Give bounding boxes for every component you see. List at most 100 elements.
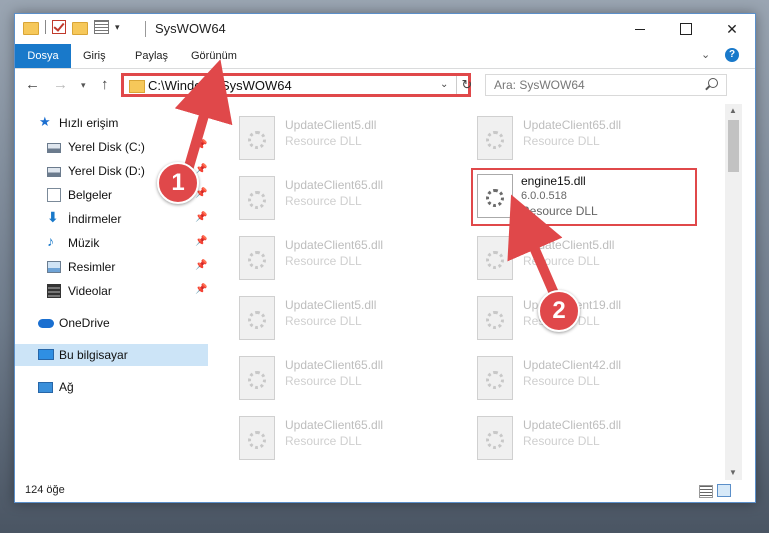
highlighted-file-engine15[interactable]: engine15.dll 6.0.0.518 Resource DLL: [471, 168, 697, 226]
sidebar-item-local-disk-c[interactable]: Yerel Disk (C:) 📌: [15, 136, 208, 158]
scrollbar-thumb[interactable]: [728, 120, 739, 172]
new-folder-icon[interactable]: [72, 21, 88, 35]
pin-icon[interactable]: 📌: [195, 212, 207, 223]
minimize-icon: [635, 28, 645, 30]
customize-dropdown-icon[interactable]: ▾: [115, 22, 120, 33]
title-divider: [145, 21, 146, 37]
file-name: UpdateClient5.dll: [523, 238, 615, 252]
tab-file[interactable]: Dosya: [15, 44, 71, 68]
list-item[interactable]: UpdateClient5.dll Resource DLL: [235, 292, 455, 350]
file-name: UpdateClient65.dll: [285, 238, 384, 252]
sidebar-item-this-pc[interactable]: Bu bilgisayar: [15, 344, 208, 366]
dll-file-icon: [239, 116, 275, 160]
close-button[interactable]: ✕: [709, 14, 755, 44]
scroll-up-arrow-icon[interactable]: ▲: [729, 106, 737, 115]
pin-icon[interactable]: 📌: [195, 140, 207, 151]
list-item[interactable]: UpdateClient5.dll Resource DLL: [473, 232, 693, 290]
address-bar[interactable]: C:\Windows\SysWOW64 ⌄ ↻: [121, 73, 474, 97]
list-item[interactable]: UpdateClient65.dll Resource DLL: [235, 352, 455, 410]
disk-icon: [47, 167, 61, 177]
refresh-icon[interactable]: ↻: [456, 76, 474, 94]
explorer-window: ▾ SysWOW64 ✕ Dosya Giriş Paylaş Görünüm …: [14, 13, 756, 503]
file-type: Resource DLL: [285, 194, 362, 208]
recent-locations-dropdown-icon[interactable]: ▾: [81, 80, 86, 91]
sidebar-item-music[interactable]: ♪ Müzik 📌: [15, 232, 208, 254]
disk-icon: [47, 143, 61, 153]
pin-icon[interactable]: 📌: [195, 284, 207, 295]
download-icon: ⬇: [47, 209, 59, 225]
sidebar-item-quick-access[interactable]: ★ Hızlı erişim: [15, 112, 208, 134]
dll-file-icon: [239, 356, 275, 400]
navigation-row: ← → ▾ ↑ C:\Windows\SysWOW64 ⌄ ↻ Ara: Sys…: [15, 69, 755, 101]
file-name: UpdateClient65.dll: [523, 418, 622, 432]
dll-settings-file-icon: [477, 174, 513, 218]
file-name: engine15.dll: [521, 174, 586, 188]
dll-file-icon: [477, 236, 513, 280]
quick-access-toolbar: ▾: [23, 20, 120, 35]
list-item[interactable]: UpdateClient65.dll Resource DLL: [473, 112, 693, 170]
scroll-down-arrow-icon[interactable]: ▼: [729, 468, 737, 477]
list-item[interactable]: UpdateClient5.dll Resource DLL: [235, 112, 455, 170]
file-type: Resource DLL: [285, 374, 362, 388]
list-item[interactable]: UpdateClient65.dll Resource DLL: [235, 232, 455, 290]
network-icon: [38, 382, 53, 393]
dll-file-icon: [477, 116, 513, 160]
folder-icon: [129, 80, 145, 93]
dll-file-icon: [239, 176, 275, 220]
sidebar-item-downloads[interactable]: ⬇ İndirmeler 📌: [15, 208, 208, 230]
list-item[interactable]: UpdateClient65.dll Resource DLL: [235, 172, 455, 230]
search-icon[interactable]: [708, 78, 718, 88]
tab-share[interactable]: Paylaş: [123, 44, 180, 68]
dll-file-icon: [239, 236, 275, 280]
window-title: SysWOW64: [155, 21, 226, 36]
address-history-chevron-icon[interactable]: ⌄: [440, 79, 448, 90]
folder-icon: [23, 21, 39, 35]
list-item[interactable]: UpdateClient19.dll Resource DLL: [473, 292, 693, 350]
ribbon-tabs: Dosya Giriş Paylaş Görünüm ⌄ ?: [15, 44, 755, 69]
forward-arrow-icon[interactable]: →: [53, 76, 68, 93]
sidebar-item-onedrive[interactable]: OneDrive: [15, 312, 208, 334]
maximize-button[interactable]: [663, 14, 709, 44]
file-name: UpdateClient5.dll: [285, 298, 377, 312]
dll-file-icon: [239, 296, 275, 340]
pin-icon[interactable]: 📌: [195, 260, 207, 271]
properties-check-icon[interactable]: [52, 20, 66, 34]
pictures-icon: [47, 261, 61, 273]
file-type: Resource DLL: [285, 254, 362, 268]
details-view-icon[interactable]: [699, 485, 713, 498]
list-item[interactable]: UpdateClient42.dll Resource DLL: [473, 352, 693, 410]
search-input[interactable]: Ara: SysWOW64: [485, 74, 727, 96]
dll-file-icon: [239, 416, 275, 460]
documents-icon: [47, 188, 61, 202]
sidebar-item-label: Yerel Disk (D:): [68, 164, 145, 178]
tab-view[interactable]: Görünüm: [179, 44, 249, 68]
pin-icon[interactable]: 📌: [195, 236, 207, 247]
title-bar: ▾ SysWOW64 ✕: [15, 14, 755, 44]
properties-icon[interactable]: [94, 20, 109, 34]
music-icon: ♪: [47, 233, 54, 249]
expand-ribbon-chevron-icon[interactable]: ⌄: [701, 48, 710, 61]
help-icon[interactable]: ?: [725, 48, 739, 62]
sidebar-item-pictures[interactable]: Resimler 📌: [15, 256, 208, 278]
file-type: Resource DLL: [523, 374, 600, 388]
sidebar-item-network[interactable]: Ağ: [15, 376, 208, 398]
sidebar-item-label: Yerel Disk (C:): [68, 140, 145, 154]
file-name: UpdateClient42.dll: [523, 358, 622, 372]
minimize-button[interactable]: [617, 14, 663, 44]
file-type: Resource DLL: [523, 134, 600, 148]
file-name: UpdateClient5.dll: [285, 118, 377, 132]
file-type: Resource DLL: [523, 434, 600, 448]
cloud-icon: [38, 319, 54, 328]
address-path[interactable]: C:\Windows\SysWOW64: [148, 78, 292, 93]
list-item[interactable]: UpdateClient65.dll Resource DLL: [235, 412, 455, 470]
large-icons-view-icon[interactable]: [717, 484, 731, 497]
sidebar-item-videos[interactable]: Videolar 📌: [15, 280, 208, 302]
computer-icon: [38, 349, 54, 360]
sidebar-item-label: Resimler: [68, 260, 116, 274]
back-arrow-icon[interactable]: ←: [25, 76, 40, 93]
file-version: 6.0.0.518: [521, 190, 567, 202]
vertical-scrollbar[interactable]: ▲ ▼: [725, 104, 742, 480]
up-arrow-icon[interactable]: ↑: [101, 76, 109, 93]
list-item[interactable]: UpdateClient65.dll Resource DLL: [473, 412, 693, 470]
tab-home[interactable]: Giriş: [71, 44, 118, 68]
